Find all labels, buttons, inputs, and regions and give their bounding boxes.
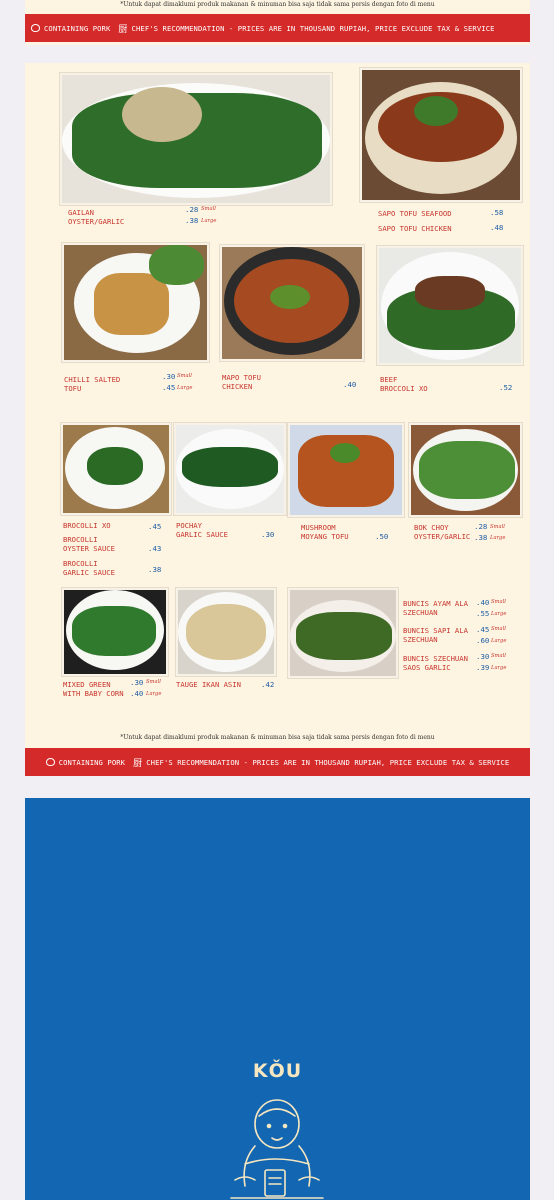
photo-buncis [288,588,398,678]
disclaimer-note-bottom: *Untuk dapat dimaklumi produk makanan & … [120,734,435,741]
item-price-large-buncis-szechuan: .39 [476,663,490,672]
item-name-pochay: POCHAY GARLIC SAUCE [176,521,228,539]
banner-pork-label: CONTAINING PORK [58,757,126,767]
item-price-small-bok-choy: .28 [474,522,488,531]
menu-page: GAILAN OYSTER/GARLIC .28 Small .38 Large … [25,63,530,750]
item-price-tauge-ikan-asin: .42 [261,680,275,689]
item-price-beef-broccoli-xo: .52 [499,383,513,392]
item-name-tauge-ikan-asin: TAUGE IKAN ASIN [176,680,241,689]
item-price-sapo-tofu-chicken: .48 [490,223,504,232]
item-name-mixed-green: MIXED GREEN WITH BABY CORN [63,680,124,698]
photo-gailan [60,73,332,205]
item-name-buncis-szechuan: BUNCIS SZECHUAN SAOS GARLIC [403,654,468,672]
item-price-mushroom-moyang-tofu: .50 [375,532,389,541]
item-price-large-mixed-green: .40 [130,689,144,698]
item-name-buncis-sapi: BUNCIS SAPI ALA SZECHUAN [403,626,468,644]
size-large: Large [201,218,217,224]
size-small: Small [490,524,505,530]
item-price-small-buncis-sapi: .45 [476,625,490,634]
item-name-sapo-tofu-seafood: SAPO TOFU SEAFOOD [378,209,452,218]
item-name-bok-choy: BOK CHOY OYSTER/GARLIC [414,523,471,541]
item-price-small-chilli-salted-tofu: .30 [162,372,176,381]
item-name-brocolli-xo: BROCOLLI XO [63,521,111,530]
item-price-small-gailan: .28 [185,205,199,214]
item-name-mushroom-moyang-tofu: MUSHROOM MOYANG TOFU [301,523,349,541]
banner-text: CHEF'S RECOMMENDATION - PRICES ARE IN TH… [146,757,510,767]
boy-mascot-illustration [230,1099,324,1199]
size-small: Small [491,599,506,605]
photo-mixed-green [62,588,168,676]
pig-icon [31,24,40,32]
banner-text: CHEF'S RECOMMENDATION - PRICES ARE IN TH… [131,23,495,33]
item-price-small-buncis-szechuan: .30 [476,652,490,661]
banner-top: CONTAINING PORK 厨 CHEF'S RECOMMENDATION … [25,14,530,42]
chef-icon: 厨 [118,24,128,35]
size-large: Large [491,638,507,644]
size-large: Large [491,665,507,671]
brand-cover-page: KǑU [25,798,530,1200]
photo-mapo-tofu [220,245,364,361]
photo-brocolli [61,423,171,515]
item-name-mapo-tofu-chicken: MAPO TOFU CHICKEN [222,373,261,391]
photo-pochay [174,423,286,515]
chef-icon: 厨 [133,758,143,769]
size-large: Large [177,385,193,391]
item-name-beef-broccoli-xo: BEEF BROCCOLI XO [380,375,428,393]
banner-bottom: CONTAINING PORK 厨 CHEF'S RECOMMENDATION … [25,748,530,776]
item-price-brocolli-garlic: .38 [148,565,162,574]
photo-chilli-salted-tofu [62,243,209,362]
size-small: Small [491,653,506,659]
item-name-gailan: GAILAN OYSTER/GARLIC [68,208,125,226]
item-price-large-bok-choy: .38 [474,533,488,542]
item-price-sapo-tofu-seafood: .58 [490,208,504,217]
item-price-small-buncis-ayam: .40 [476,598,490,607]
item-name-brocolli-oyster: BROCOLLI OYSTER SAUCE [63,535,115,553]
size-small: Small [491,626,506,632]
item-price-large-buncis-sapi: .60 [476,636,490,645]
photo-tauge-ikan-asin [176,588,276,676]
item-price-large-chilli-salted-tofu: .45 [162,383,176,392]
photo-beef-broccoli-xo [377,246,523,365]
photo-mushroom-moyang-tofu [288,423,404,517]
banner-pork-label: CONTAINING PORK [44,23,111,33]
photo-bok-choy [409,423,522,517]
pig-icon [45,758,55,766]
size-large: Large [490,535,506,541]
item-name-buncis-ayam: BUNCIS AYAM ALA SZECHUAN [403,599,468,617]
item-name-brocolli-garlic: BROCOLLI GARLIC SAUCE [63,559,115,577]
brand-name: KǑU [252,1060,303,1082]
photo-sapo-tofu [360,68,522,202]
item-name-sapo-tofu-chicken: SAPO TOFU CHICKEN [378,224,452,233]
item-price-brocolli-xo: .45 [148,522,162,531]
item-price-large-gailan: .38 [185,216,199,225]
size-small: Small [201,206,216,212]
item-price-pochay: .30 [261,530,275,539]
disclaimer-note-top: *Untuk dapat dimaklumi produk makanan & … [120,1,435,8]
size-large: Large [491,611,507,617]
size-small: Small [177,373,192,379]
item-price-large-buncis-ayam: .55 [476,609,490,618]
size-small: Small [146,679,161,685]
item-price-mapo-tofu-chicken: .40 [343,380,357,389]
item-price-brocolli-oyster: .43 [148,544,162,553]
item-price-small-mixed-green: .30 [130,678,144,687]
size-large: Large [146,691,162,697]
item-name-chilli-salted-tofu: CHILLI SALTED TOFU [64,375,121,393]
